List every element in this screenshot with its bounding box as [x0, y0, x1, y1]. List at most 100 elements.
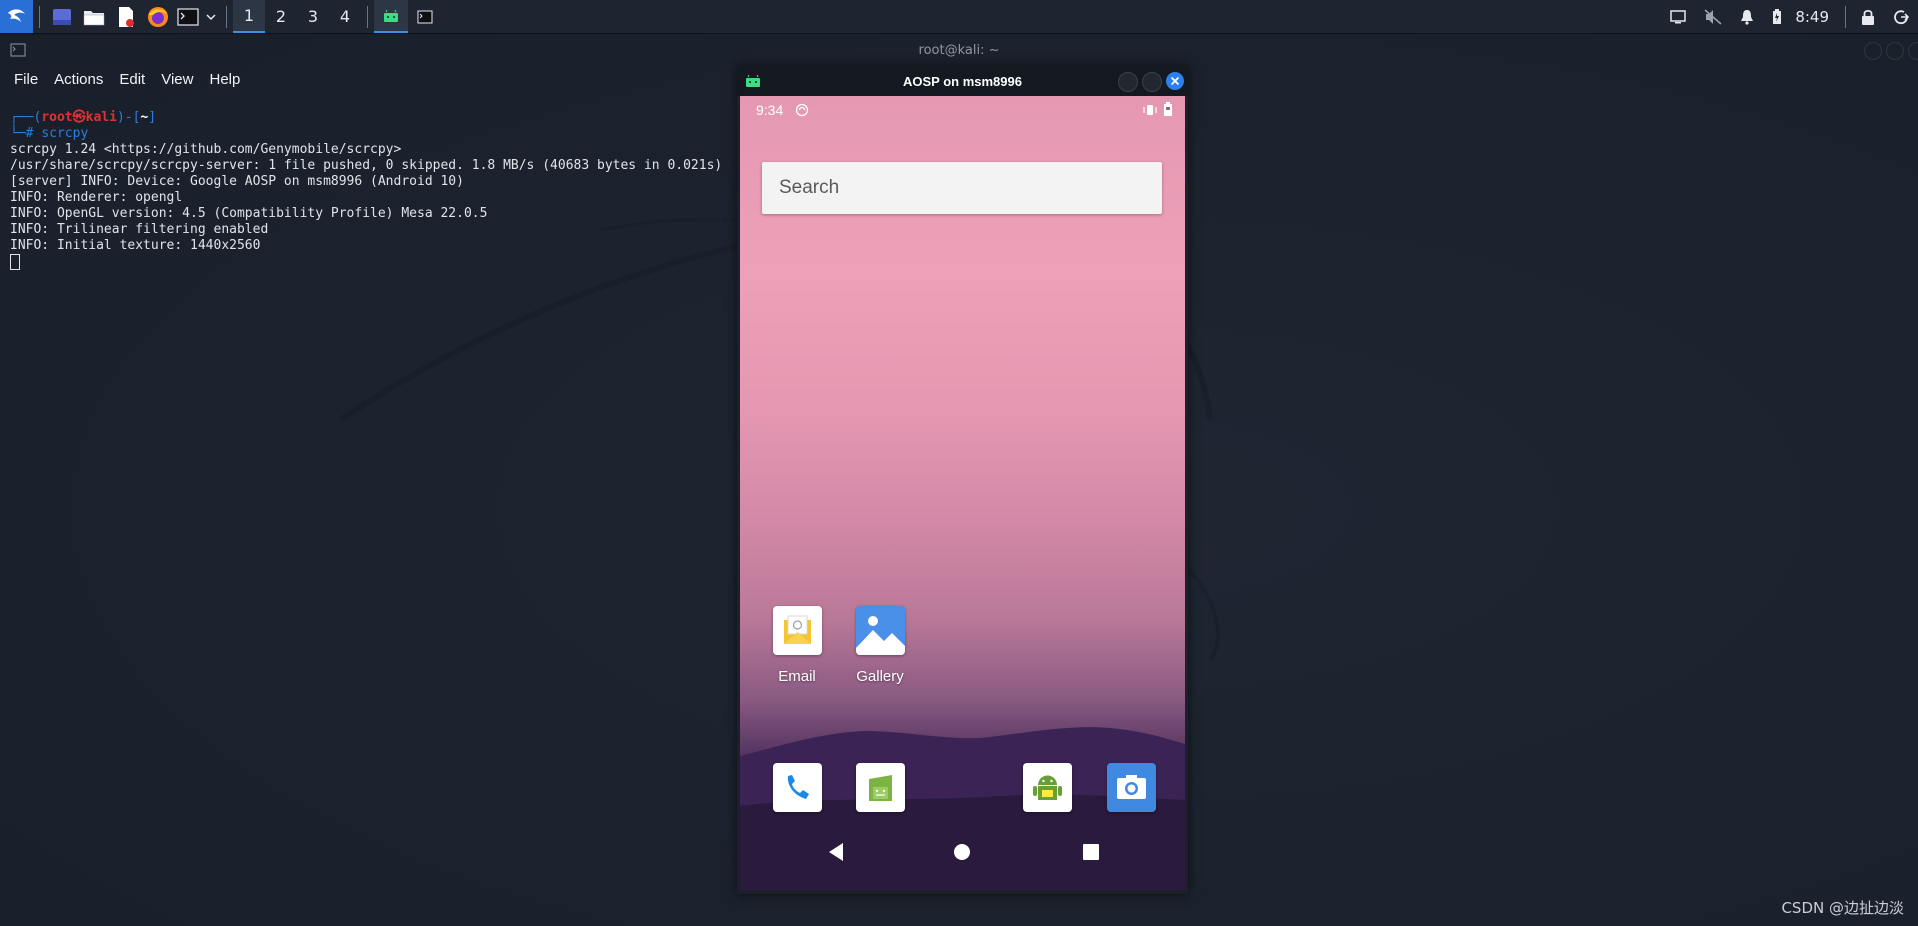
terminal-menubar: File Actions Edit View Help: [6, 66, 248, 92]
app-email[interactable]: Email: [755, 606, 839, 685]
phone-app-icon: [772, 763, 822, 812]
back-icon[interactable]: [827, 842, 845, 862]
prompt-hash: └─#: [10, 126, 34, 141]
camera-app-icon: [1106, 763, 1156, 812]
android-status-bar: 9:34: [740, 96, 1185, 124]
volume-tray-button[interactable]: [1695, 0, 1731, 33]
workspace-4[interactable]: 4: [329, 0, 361, 33]
app-gallery[interactable]: Gallery: [838, 606, 922, 685]
terminal-output[interactable]: ┌──(root㉿kali)-[~] └─# scrcpy scrcpy 1.24 …: [10, 110, 730, 271]
terminal-icon: [10, 43, 26, 57]
clock[interactable]: 8:49: [1791, 0, 1839, 33]
android-app-icon: [1022, 763, 1072, 812]
close-button[interactable]: [1166, 72, 1184, 90]
output-line: INFO: Initial texture: 1440x2560: [10, 238, 261, 253]
battery-charging-icon: [1773, 8, 1782, 24]
terminal-titlebar[interactable]: root@kali: ~: [0, 36, 1918, 64]
maximize-button[interactable]: [1886, 42, 1904, 60]
workspace-1[interactable]: 1: [233, 0, 265, 33]
text-cursor: [10, 254, 20, 270]
kali-menu-button[interactable]: [0, 0, 33, 33]
prompt-user: root㉿kali: [41, 110, 117, 125]
scrcpy-title: AOSP on msm8996: [903, 73, 1022, 89]
menu-view[interactable]: View: [153, 71, 201, 88]
output-line: [server] INFO: Device: Google AOSP on ms…: [10, 174, 464, 189]
system-tray: 8:49: [1661, 0, 1918, 33]
logout-button[interactable]: [1884, 0, 1918, 33]
recents-icon[interactable]: [1083, 844, 1099, 860]
menu-edit[interactable]: Edit: [111, 71, 153, 88]
dock-phone[interactable]: [755, 763, 839, 812]
prompt-line: ┌──(root㉿kali)-[~]: [10, 110, 730, 126]
top-panel: 1 2 3 4 8:49: [0, 0, 1918, 34]
terminal-dropdown-button[interactable]: [202, 0, 220, 33]
kali-menu-icon: [7, 8, 25, 22]
minimize-button[interactable]: [1118, 72, 1138, 92]
text-editor-button[interactable]: [110, 0, 142, 33]
dock-camera[interactable]: [1089, 763, 1173, 812]
output-line: /usr/share/scrcpy/scrcpy-server: 1 file …: [10, 158, 723, 173]
terminal-icon: [177, 7, 199, 26]
close-button[interactable]: [1908, 42, 1918, 60]
android-clock: 9:34: [756, 102, 784, 118]
power-icon: [1894, 9, 1909, 24]
scrcpy-titlebar[interactable]: AOSP on msm8996: [737, 66, 1188, 96]
close-icon: [1170, 76, 1180, 86]
dock-android-app[interactable]: [1005, 763, 1089, 812]
prompt-bracket: )-[: [116, 110, 141, 125]
menu-actions[interactable]: Actions: [46, 71, 111, 88]
lock-screen-button[interactable]: [1852, 0, 1884, 33]
minimize-button[interactable]: [1864, 42, 1882, 60]
desktop-icon: [53, 8, 71, 25]
panel-separator: [226, 5, 227, 28]
show-desktop-button[interactable]: [46, 0, 78, 33]
android-screen[interactable]: 9:34 Search Email Gallery: [740, 96, 1185, 890]
maximize-button[interactable]: [1142, 72, 1162, 92]
file-manager-icon: [83, 10, 105, 25]
firefox-button[interactable]: [142, 0, 174, 33]
battery-icon: [1164, 102, 1172, 116]
battery-tray-button[interactable]: [1763, 0, 1791, 33]
prompt-bracket: ]: [148, 110, 157, 125]
email-app-icon: [772, 606, 822, 655]
watermark: CSDN @边扯边淡: [1781, 899, 1904, 917]
chevron-down-icon: [206, 13, 216, 20]
file-manager-button[interactable]: [78, 0, 110, 33]
output-line: INFO: OpenGL version: 4.5 (Compatibility…: [10, 206, 488, 221]
notifications-tray-button[interactable]: [1731, 0, 1763, 33]
search-placeholder: Search: [779, 177, 840, 198]
android-window-icon: [746, 74, 760, 87]
terminal-icon: [417, 10, 433, 23]
workspace-3[interactable]: 3: [297, 0, 329, 33]
text-editor-icon: [119, 6, 134, 27]
output-line: INFO: Trilinear filtering enabled: [10, 222, 269, 237]
output-line: scrcpy 1.24 <https://github.com/Genymobi…: [10, 142, 402, 157]
firefox-icon: [148, 6, 168, 27]
scrcpy-window: AOSP on msm8996 9:34 Search Email Galler…: [737, 66, 1188, 894]
output-line: INFO: Renderer: opengl: [10, 190, 183, 205]
android-nav-bar: [740, 832, 1185, 872]
app-label-gallery: Gallery: [856, 668, 904, 685]
display-tray-button[interactable]: [1661, 0, 1695, 33]
panel-separator: [367, 5, 368, 28]
panel-separator: [1845, 5, 1846, 28]
menu-help[interactable]: Help: [201, 71, 248, 88]
command-line: └─# scrcpy: [10, 126, 730, 142]
vibrate-icon: [1143, 105, 1157, 115]
bell-icon: [1741, 9, 1754, 25]
android-window-icon: [384, 9, 398, 22]
taskbar-scrcpy-window[interactable]: [374, 0, 408, 33]
workspace-2[interactable]: 2: [265, 0, 297, 33]
panel-separator: [39, 5, 40, 28]
command-text: scrcpy: [41, 126, 89, 141]
sync-icon: [795, 103, 809, 117]
dock-messages[interactable]: [838, 763, 922, 812]
monitor-icon: [1670, 9, 1687, 23]
terminal-title: root@kali: ~: [918, 42, 1000, 58]
search-bar[interactable]: Search: [762, 162, 1162, 214]
menu-file[interactable]: File: [6, 71, 46, 88]
taskbar-terminal-window[interactable]: [408, 0, 442, 33]
home-icon[interactable]: [953, 843, 971, 861]
lock-icon: [1862, 9, 1874, 25]
terminal-launcher-button[interactable]: [174, 0, 202, 33]
